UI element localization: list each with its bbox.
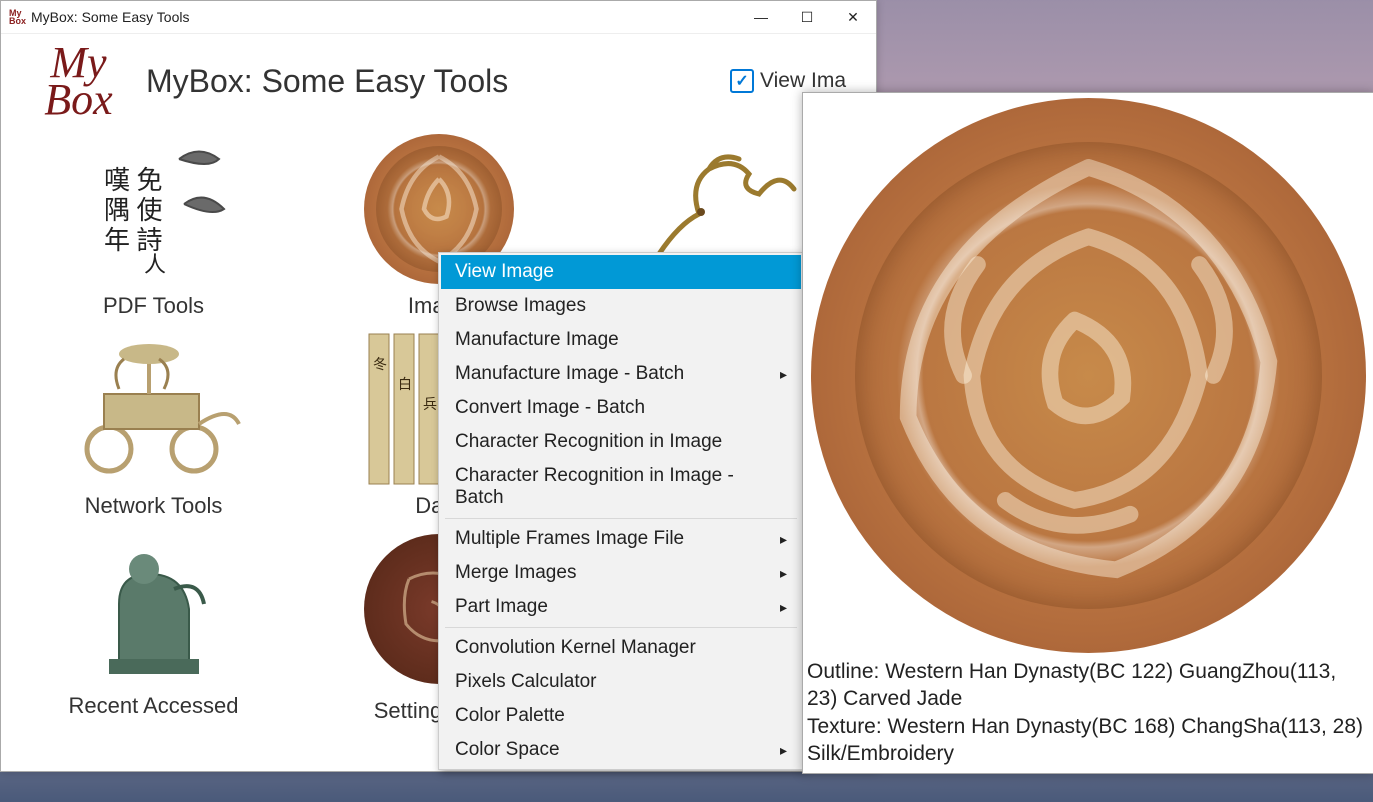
chevron-right-icon: ▸ (780, 565, 787, 582)
svg-text:嘆 免: 嘆 免 (104, 166, 163, 195)
preview-line2: Texture: Western Han Dynasty(BC 168) Cha… (807, 713, 1370, 768)
menu-browse-images[interactable]: Browse Images (441, 289, 801, 323)
menu-convert-image-batch[interactable]: Convert Image - Batch (441, 391, 801, 425)
menu-ocr-image[interactable]: Character Recognition in Image (441, 425, 801, 459)
menu-view-image[interactable]: View Image (441, 255, 801, 289)
preview-image (811, 98, 1366, 653)
menu-ocr-image-batch[interactable]: Character Recognition in Image - Batch (441, 459, 801, 515)
preview-description: Outline: Western Han Dynasty(BC 122) Gua… (803, 658, 1373, 773)
window-title: MyBox: Some Easy Tools (31, 9, 189, 25)
maximize-button[interactable]: ☐ (784, 1, 830, 33)
menu-convolution-kernel[interactable]: Convolution Kernel Manager (441, 631, 801, 665)
menu-manufacture-image[interactable]: Manufacture Image (441, 323, 801, 357)
page-title: MyBox: Some Easy Tools (146, 63, 508, 100)
titlebar[interactable]: MyBox MyBox: Some Easy Tools — ☐ ✕ (1, 1, 876, 34)
recent-icon (64, 529, 244, 689)
logo: MyBox (21, 44, 136, 119)
menu-separator (445, 518, 797, 519)
tool-label: Network Tools (85, 493, 223, 519)
image-context-menu: View Image Browse Images Manufacture Ima… (438, 252, 804, 770)
svg-text:白: 白 (398, 376, 412, 392)
menu-color-palette[interactable]: Color Palette (441, 699, 801, 733)
tool-recent[interactable]: Recent Accessed (31, 529, 276, 725)
network-icon (64, 329, 244, 489)
svg-text:人: 人 (144, 252, 166, 277)
tool-network[interactable]: Network Tools (31, 329, 276, 519)
close-button[interactable]: ✕ (830, 1, 876, 33)
menu-multi-frames[interactable]: Multiple Frames Image File▸ (441, 522, 801, 556)
checkbox-label: View Ima (760, 69, 846, 93)
menu-manufacture-image-batch[interactable]: Manufacture Image - Batch▸ (441, 357, 801, 391)
chevron-right-icon: ▸ (780, 531, 787, 548)
menu-merge-images[interactable]: Merge Images▸ (441, 556, 801, 590)
chevron-right-icon: ▸ (780, 599, 787, 616)
view-image-checkbox-area[interactable]: ✓ View Ima (730, 69, 846, 93)
menu-color-space[interactable]: Color Space▸ (441, 733, 801, 767)
window-controls: — ☐ ✕ (738, 1, 876, 33)
svg-text:隅 使: 隅 使 (104, 196, 163, 225)
tool-label: PDF Tools (103, 293, 204, 319)
pdf-icon: 嘆 免 隅 使 年 詩 人 (64, 129, 244, 289)
menu-separator (445, 627, 797, 628)
header: MyBox MyBox: Some Easy Tools ✓ View Ima (1, 34, 876, 119)
tool-pdf[interactable]: 嘆 免 隅 使 年 詩 人 PDF Tools (31, 129, 276, 319)
app-icon: MyBox (9, 9, 25, 25)
preview-line1: Outline: Western Han Dynasty(BC 122) Gua… (807, 658, 1370, 713)
menu-part-image[interactable]: Part Image▸ (441, 590, 801, 624)
minimize-button[interactable]: — (738, 1, 784, 33)
svg-text:冬: 冬 (373, 356, 387, 372)
menu-pixels-calculator[interactable]: Pixels Calculator (441, 665, 801, 699)
image-preview-panel: Outline: Western Han Dynasty(BC 122) Gua… (802, 92, 1373, 774)
svg-text:年 詩: 年 詩 (104, 226, 163, 255)
tool-label: Recent Accessed (69, 693, 239, 719)
checkbox-icon[interactable]: ✓ (730, 69, 754, 93)
chevron-right-icon: ▸ (780, 366, 787, 383)
svg-text:兵: 兵 (423, 396, 437, 412)
chevron-right-icon: ▸ (780, 742, 787, 759)
